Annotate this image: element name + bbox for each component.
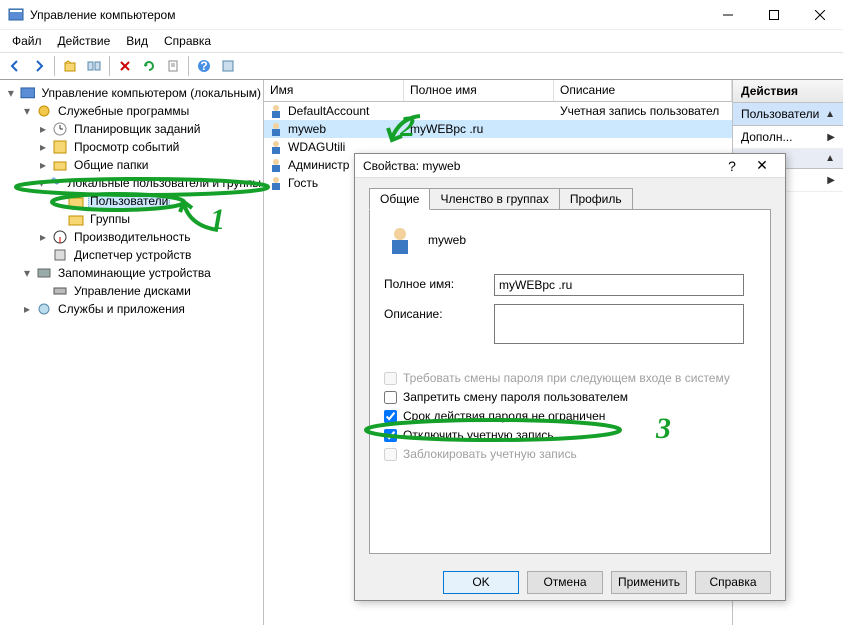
table-row[interactable]: DefaultAccount Учетная запись пользовател xyxy=(264,102,732,120)
minimize-button[interactable] xyxy=(705,0,751,30)
tree-storage[interactable]: ▾Запоминающие устройства xyxy=(4,264,263,282)
dialog-titlebar: Свойства: myweb ? ✕ xyxy=(355,154,785,178)
user-icon xyxy=(268,139,284,155)
tab-general[interactable]: Общие xyxy=(369,188,430,210)
actions-more[interactable]: Дополн...▶ xyxy=(733,126,843,149)
refresh-button[interactable] xyxy=(138,55,160,77)
toolbar: ? xyxy=(0,52,843,80)
tree-services-apps[interactable]: ▸Службы и приложения xyxy=(4,300,263,318)
tree-shared-folders[interactable]: ▸Общие папки xyxy=(4,156,263,174)
tab-membership[interactable]: Членство в группах xyxy=(429,188,559,210)
fullname-label: Полное имя: xyxy=(384,274,494,291)
col-desc[interactable]: Описание xyxy=(554,80,732,101)
properties-dialog: Свойства: myweb ? ✕ Общие Членство в гру… xyxy=(354,153,786,601)
menu-view[interactable]: Вид xyxy=(120,32,154,50)
up-button[interactable] xyxy=(59,55,81,77)
description-label: Описание: xyxy=(384,304,494,321)
app-icon xyxy=(8,7,24,23)
tab-profile[interactable]: Профиль xyxy=(559,188,633,210)
chevron-right-icon: ▶ xyxy=(827,175,835,186)
dialog-help-button[interactable]: ? xyxy=(717,158,747,174)
dialog-buttons: OK Отмена Применить Справка xyxy=(355,564,785,600)
cell-fullname: myWEBpc .ru xyxy=(404,122,554,136)
toolbar-separator xyxy=(188,56,189,76)
titlebar: Управление компьютером xyxy=(0,0,843,30)
chk-never-expire[interactable]: Срок действия пароля не ограничен xyxy=(384,409,756,423)
tree-performance[interactable]: ▸Производительность xyxy=(4,228,263,246)
back-button[interactable] xyxy=(4,55,26,77)
forward-button[interactable] xyxy=(28,55,50,77)
actions-header: Действия xyxy=(733,80,843,103)
maximize-button[interactable] xyxy=(751,0,797,30)
svg-text:?: ? xyxy=(200,59,207,73)
user-icon xyxy=(268,103,284,119)
menu-action[interactable]: Действие xyxy=(52,32,117,50)
help-button[interactable]: Справка xyxy=(695,571,771,594)
chevron-right-icon: ▶ xyxy=(827,132,835,143)
description-field[interactable] xyxy=(494,304,744,344)
tree-users[interactable]: Пользователи xyxy=(4,192,263,210)
list-header: Имя Полное имя Описание xyxy=(264,80,732,102)
chk-must-change: Требовать смены пароля при следующем вхо… xyxy=(384,371,756,385)
cell-name: Гость xyxy=(288,176,318,190)
user-icon xyxy=(268,157,284,173)
chk-cant-change[interactable]: Запретить смену пароля пользователем xyxy=(384,390,756,404)
export-button[interactable] xyxy=(162,55,184,77)
col-name[interactable]: Имя xyxy=(264,80,404,101)
chk-locked: Заблокировать учетную запись xyxy=(384,447,756,461)
col-fullname[interactable]: Полное имя xyxy=(404,80,554,101)
tree-panel: ▾Управление компьютером (локальным) ▾Слу… xyxy=(0,80,264,625)
dialog-title: Свойства: myweb xyxy=(363,159,717,173)
tree-task-scheduler[interactable]: ▸Планировщик заданий xyxy=(4,120,263,138)
apply-button[interactable]: Применить xyxy=(611,571,687,594)
arrow-up-icon: ▲ xyxy=(825,153,835,164)
window-title: Управление компьютером xyxy=(30,8,705,22)
view-button[interactable] xyxy=(217,55,239,77)
cell-name: myweb xyxy=(288,122,326,136)
tab-panel-general: myweb Полное имя: Описание: Требовать см… xyxy=(369,209,771,554)
help-button[interactable]: ? xyxy=(193,55,215,77)
cell-desc: Учетная запись пользовател xyxy=(554,104,732,118)
menu-help[interactable]: Справка xyxy=(158,32,217,50)
ok-button[interactable]: OK xyxy=(443,571,519,594)
cancel-button[interactable]: Отмена xyxy=(527,571,603,594)
tree-root[interactable]: ▾Управление компьютером (локальным) xyxy=(4,84,263,102)
tree-groups[interactable]: Группы xyxy=(4,210,263,228)
show-hide-button[interactable] xyxy=(83,55,105,77)
close-button[interactable] xyxy=(797,0,843,30)
tree-system-tools[interactable]: ▾Служебные программы xyxy=(4,102,263,120)
fullname-field[interactable] xyxy=(494,274,744,296)
user-icon xyxy=(268,175,284,191)
cell-name: WDAGUtili xyxy=(288,140,345,154)
chk-disabled[interactable]: Отключить учетную запись xyxy=(384,428,756,442)
menubar: Файл Действие Вид Справка xyxy=(0,30,843,52)
toolbar-separator xyxy=(54,56,55,76)
tree-disk-management[interactable]: Управление дисками xyxy=(4,282,263,300)
tree-local-users[interactable]: ▾Локальные пользователи и группы xyxy=(4,174,263,192)
dialog-username: myweb xyxy=(428,233,466,247)
user-icon xyxy=(268,121,284,137)
delete-button[interactable] xyxy=(114,55,136,77)
tree-event-viewer[interactable]: ▸Просмотр событий xyxy=(4,138,263,156)
dialog-tabs: Общие Членство в группах Профиль xyxy=(369,188,771,210)
table-row[interactable]: myweb myWEBpc .ru xyxy=(264,120,732,138)
tree-device-manager[interactable]: Диспетчер устройств xyxy=(4,246,263,264)
arrow-up-icon: ▲ xyxy=(825,109,835,120)
dialog-close-button[interactable]: ✕ xyxy=(747,157,777,174)
cell-name: Администр xyxy=(288,158,349,172)
cell-name: DefaultAccount xyxy=(288,104,369,118)
actions-group-users[interactable]: Пользователи▲ xyxy=(733,103,843,126)
user-icon xyxy=(384,224,416,256)
menu-file[interactable]: Файл xyxy=(6,32,48,50)
toolbar-separator xyxy=(109,56,110,76)
